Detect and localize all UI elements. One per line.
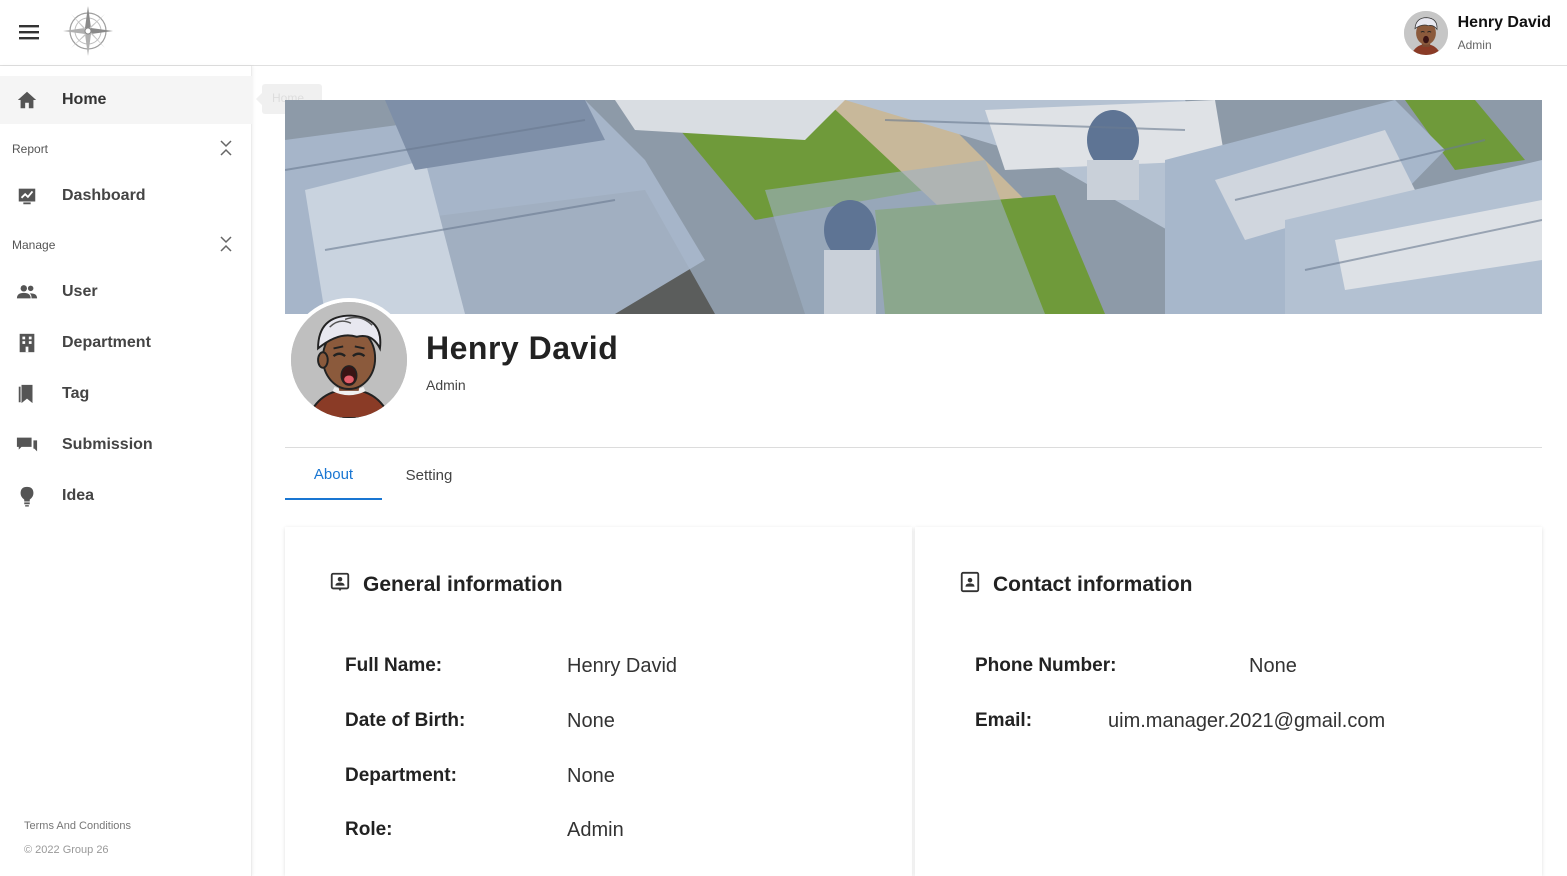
sidebar-item-idea[interactable]: Idea — [0, 472, 252, 520]
profile-name: Henry David — [426, 330, 619, 366]
card-title: General information — [329, 571, 563, 599]
phone-number-label: Phone Number: — [975, 655, 1117, 676]
hamburger-menu-icon[interactable] — [14, 19, 44, 45]
department-value: None — [567, 765, 615, 787]
sidebar: Home Report Dashboard Manage User Depart… — [0, 66, 252, 876]
email-label: Email: — [975, 710, 1033, 731]
cover-image — [285, 100, 1542, 314]
sidebar-item-label: Idea — [62, 487, 95, 504]
sidebar-item-dashboard[interactable]: Dashboard — [0, 172, 252, 220]
role-value: Admin — [567, 819, 624, 841]
compass-logo-icon[interactable] — [62, 5, 114, 57]
date-of-birth-value: None — [567, 710, 615, 732]
users-icon — [16, 281, 38, 303]
sidebar-item-label: Home — [62, 91, 107, 108]
copyright-text: © 2022 Group 26 — [24, 844, 109, 856]
sidebar-item-user[interactable]: User — [0, 268, 252, 316]
dashboard-chart-icon — [16, 185, 38, 207]
profile-role: Admin — [426, 377, 466, 393]
section-manage: Manage — [0, 230, 252, 260]
sidebar-item-label: Dashboard — [62, 187, 146, 204]
general-information-card: General information Full Name: Henry Dav… — [285, 527, 912, 876]
user-menu[interactable]: Henry David Admin — [1403, 9, 1551, 57]
user-role: Admin — [1457, 37, 1492, 52]
email-value: uim.manager.2021@gmail.com — [1108, 710, 1386, 732]
collapse-icon[interactable] — [217, 139, 235, 157]
section-report: Report — [0, 134, 252, 164]
phone-number-value: None — [1249, 655, 1297, 677]
full-name-value: Henry David — [567, 655, 678, 677]
top-bar: Henry David Admin — [0, 0, 1567, 66]
tab-setting[interactable]: Setting — [382, 450, 476, 500]
user-name: Henry David — [1457, 13, 1551, 31]
profile-avatar — [287, 298, 411, 422]
lightbulb-icon — [16, 485, 38, 507]
chat-icon — [16, 434, 38, 456]
sidebar-item-label: Submission — [62, 436, 153, 453]
sidebar-item-label: User — [62, 283, 98, 300]
bookmark-icon — [16, 383, 38, 405]
department-label: Department: — [345, 765, 457, 786]
sidebar-item-home[interactable]: Home — [0, 76, 252, 124]
building-icon — [16, 332, 38, 354]
sidebar-item-department[interactable]: Department — [0, 319, 252, 367]
contact-information-card: Contact information Phone Number: None E… — [915, 527, 1542, 876]
avatar — [1403, 11, 1448, 55]
sidebar-item-label: Department — [62, 334, 151, 351]
tab-about[interactable]: About — [285, 450, 382, 500]
contact-book-icon — [959, 571, 993, 599]
sidebar-item-submission[interactable]: Submission — [0, 421, 252, 469]
card-title: Contact information — [959, 571, 1193, 599]
collapse-icon[interactable] — [217, 235, 235, 253]
general-information-title: General information — [363, 573, 563, 596]
terms-link[interactable]: Terms And Conditions — [24, 820, 131, 832]
home-icon — [16, 89, 38, 111]
section-label: Manage — [12, 238, 56, 252]
contact-information-title: Contact information — [993, 573, 1193, 596]
sidebar-item-label: Tag — [62, 385, 90, 402]
section-label: Report — [12, 142, 49, 156]
divider — [285, 447, 1542, 448]
full-name-label: Full Name: — [345, 655, 443, 676]
date-of-birth-label: Date of Birth: — [345, 710, 466, 731]
sidebar-item-tag[interactable]: Tag — [0, 370, 252, 418]
role-label: Role: — [345, 819, 393, 840]
contact-badge-icon — [329, 571, 363, 599]
